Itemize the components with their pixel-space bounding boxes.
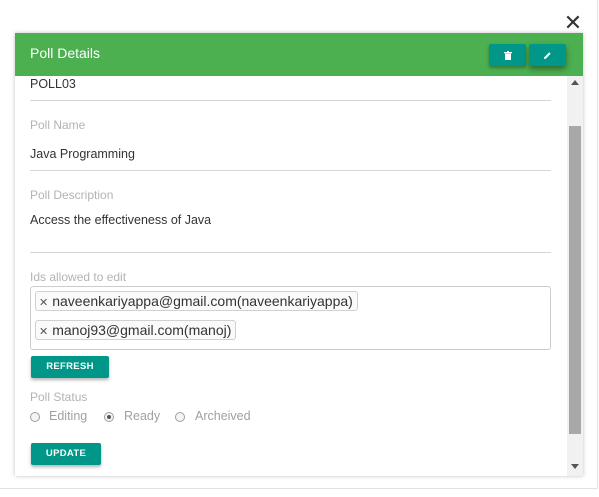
poll-status-label: Poll Status <box>30 390 88 404</box>
status-label-editing: Editing <box>49 409 88 423</box>
status-radio-ready[interactable] <box>104 412 114 422</box>
form-content: POLL03 Poll Name Java Programming Poll D… <box>15 76 567 476</box>
status-label-ready: Ready <box>124 409 161 423</box>
poll-id-underline <box>30 100 551 101</box>
scroll-up-icon[interactable] <box>571 80 579 85</box>
pencil-icon <box>544 51 551 59</box>
ids-label: Ids allowed to edit <box>30 270 127 284</box>
remove-tag-icon[interactable]: ✕ <box>39 296 48 309</box>
update-button[interactable]: UPDATE <box>31 443 101 465</box>
poll-description-label: Poll Description <box>30 188 114 202</box>
poll-details-card: Poll Details POLL03 Poll Name Java Progr… <box>15 33 583 476</box>
scrollbar-thumb[interactable] <box>569 126 581 434</box>
poll-name-underline <box>30 170 551 171</box>
card-header: Poll Details <box>15 33 583 76</box>
scrollbar[interactable] <box>567 76 583 476</box>
status-radio-editing[interactable] <box>30 412 40 422</box>
edit-button[interactable] <box>529 44 566 66</box>
poll-description-field[interactable]: Access the effectiveness of Java <box>30 213 211 227</box>
id-tag-label: manoj93@gmail.com(manoj) <box>52 322 232 338</box>
poll-description-underline <box>30 252 551 253</box>
ids-tag-input[interactable]: ✕ naveenkariyappa@gmail.com(naveenkariyap… <box>30 286 551 350</box>
card-title: Poll Details <box>30 45 101 61</box>
poll-id-value: POLL03 <box>30 77 76 91</box>
poll-name-label: Poll Name <box>30 118 86 132</box>
id-tag: ✕ naveenkariyappa@gmail.com(naveenkariyap… <box>35 291 358 311</box>
id-tag-label: naveenkariyappa@gmail.com(naveenkariyapp… <box>52 293 353 309</box>
remove-tag-icon[interactable]: ✕ <box>39 325 48 338</box>
trash-icon <box>503 50 512 60</box>
scroll-down-icon[interactable] <box>571 464 579 469</box>
status-label-archeived: Archeived <box>195 409 251 423</box>
refresh-button[interactable]: REFRESH <box>31 356 109 378</box>
poll-name-field[interactable]: Java Programming <box>30 147 135 161</box>
delete-button[interactable] <box>489 44 526 66</box>
status-radio-archeived[interactable] <box>175 412 185 422</box>
id-tag: ✕ manoj93@gmail.com(manoj) <box>35 320 237 340</box>
